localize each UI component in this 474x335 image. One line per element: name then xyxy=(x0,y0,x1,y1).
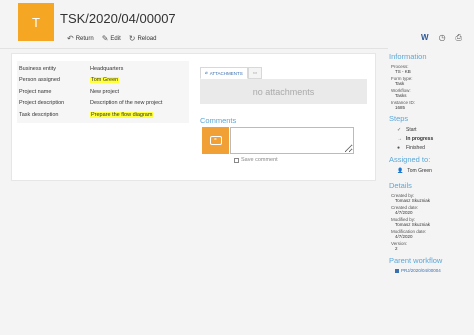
print-icon[interactable]: ⎙ xyxy=(456,33,462,43)
edit-icon: ✎ xyxy=(101,34,109,43)
check-icon: ✓ xyxy=(397,127,402,133)
field-row-task-description: Task description Prepare the flow diagra… xyxy=(19,109,187,121)
step-start: ✓ Start xyxy=(389,127,474,133)
field-label: Task description xyxy=(19,111,59,118)
step-in-progress: → In progress xyxy=(389,136,474,142)
reload-label: Reload xyxy=(137,35,157,42)
field-row-person-assigned: Person assigned Tom Green xyxy=(19,75,187,87)
return-label: Return xyxy=(75,35,94,42)
field-value: Headquarters xyxy=(90,65,124,72)
step-finished: ● Finished xyxy=(389,145,474,151)
arrow-right-icon: → xyxy=(397,136,402,142)
field-value: Description of the new project xyxy=(90,100,163,107)
form-card: Business entity Headquarters Person assi… xyxy=(11,53,376,181)
created-by-value: Tomasz Skuzniak xyxy=(395,198,431,203)
field-row-business-entity: Business entity Headquarters xyxy=(19,63,187,75)
created-date-value: 4/7/2020 xyxy=(395,210,413,215)
header-divider xyxy=(0,48,388,49)
workflow-value: Tasks xyxy=(395,93,407,98)
comment-input[interactable] xyxy=(230,127,354,154)
dot-icon: ● xyxy=(397,145,401,151)
history-icon[interactable]: ◷ xyxy=(439,33,446,43)
paperclip-icon: ⌀ xyxy=(205,70,208,75)
info-sidebar: Information Process: TS - KB Form type: … xyxy=(389,52,474,273)
comments-title: Comments xyxy=(200,116,237,125)
modified-date-value: 4/7/2020 xyxy=(395,234,413,239)
details-title: Details xyxy=(389,181,412,190)
field-label: Person assigned xyxy=(19,77,60,84)
assigned-title: Assigned to: xyxy=(389,155,431,164)
field-label: Business entity xyxy=(19,65,56,72)
parent-workflow-title: Parent workflow xyxy=(389,256,443,265)
field-value: Prepare the flow diagram xyxy=(90,111,154,118)
no-attachments-text: no attachments xyxy=(252,86,315,97)
assignee-name: Tom Green xyxy=(407,168,432,174)
field-label: Project description xyxy=(19,100,65,107)
edit-label: Edit xyxy=(110,35,121,42)
header-icons: W ◷ ⎙ xyxy=(421,33,462,43)
field-row-project-description: Project description Description of the n… xyxy=(19,98,187,110)
steps-title: Steps xyxy=(389,114,409,123)
reload-button[interactable]: ↻ Reload xyxy=(129,34,157,43)
return-icon: ↶ xyxy=(67,34,74,43)
comment-avatar: ❞ xyxy=(202,127,229,154)
document-icon xyxy=(395,268,399,273)
parent-workflow-link[interactable]: PRJ/2020/04/00004 xyxy=(389,268,474,273)
return-button[interactable]: ↶ Return xyxy=(67,34,94,43)
step-label: In progress xyxy=(406,136,434,142)
app-logo: T xyxy=(18,3,54,41)
field-value: Tom Green xyxy=(90,77,120,84)
assignee: 👤 Tom Green xyxy=(389,168,474,174)
speech-bubble-icon: ❞ xyxy=(209,136,222,145)
save-comment-button[interactable]: Save comment xyxy=(234,157,278,163)
tab-attachments[interactable]: ⌀ ATTACHMENTS xyxy=(200,67,248,79)
field-label: Project name xyxy=(19,88,52,95)
toolbar: ↶ Return ✎ Edit ↻ Reload xyxy=(67,34,156,43)
information-title: Information xyxy=(389,52,427,61)
edit-button[interactable]: ✎ Edit xyxy=(102,34,121,43)
save-comment-label: Save comment xyxy=(241,157,278,163)
page-title: TSK/2020/04/00007 xyxy=(60,11,176,26)
version-value: 2 xyxy=(395,246,398,251)
attachments-panel: no attachments xyxy=(200,79,367,104)
steps-list: ✓ Start → In progress ● Finished xyxy=(389,127,474,151)
instance-value: 1685 xyxy=(395,105,406,110)
user-icon: 👤 xyxy=(397,168,404,174)
form-type-value: Task xyxy=(395,81,405,86)
field-row-project-name: Project name New project xyxy=(19,86,187,98)
process-value: TS - KB xyxy=(395,69,411,74)
word-export-icon[interactable]: W xyxy=(421,33,429,43)
step-label: Start xyxy=(406,127,417,133)
logo-text: T xyxy=(32,14,40,30)
tab-attachments-label: ATTACHMENTS xyxy=(209,70,243,76)
field-value: New project xyxy=(90,88,120,95)
folder-icon: ▭ xyxy=(252,70,258,75)
field-list: Business entity Headquarters Person assi… xyxy=(17,61,189,123)
modified-by-value: Tomasz Skuzniak xyxy=(395,222,431,227)
parent-workflow-id: PRJ/2020/04/00004 xyxy=(401,268,441,273)
save-icon xyxy=(234,157,239,163)
reload-icon: ↻ xyxy=(128,34,136,43)
tab-add-attachment[interactable]: ▭ xyxy=(247,67,263,79)
attachment-tabs: ⌀ ATTACHMENTS ▭ xyxy=(200,67,263,79)
step-label: Finished xyxy=(406,145,425,151)
